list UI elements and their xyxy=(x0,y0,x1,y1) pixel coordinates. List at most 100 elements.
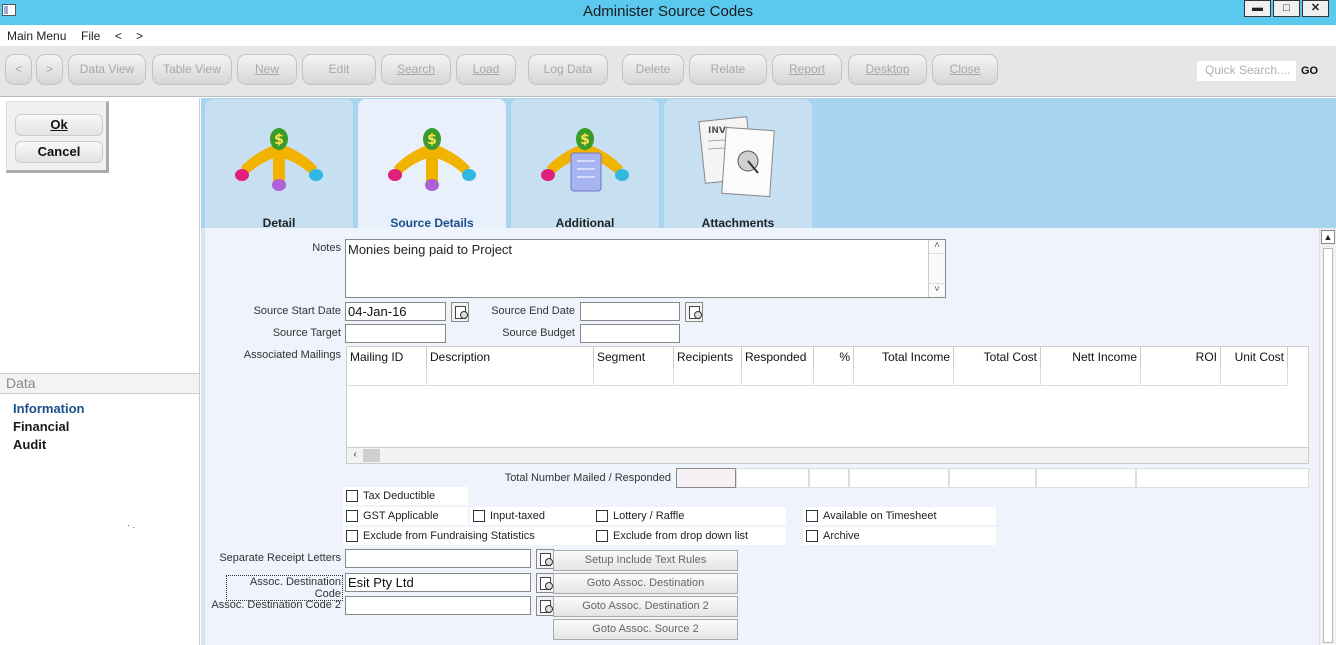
search-button[interactable]: Search xyxy=(381,54,451,85)
quick-search-input[interactable]: Quick Search.... xyxy=(1196,60,1297,82)
table-cell[interactable] xyxy=(854,368,954,386)
source-budget-field[interactable] xyxy=(580,324,680,343)
source-target-field[interactable] xyxy=(345,324,446,343)
toolbar-back-button[interactable]: < xyxy=(5,54,32,85)
delete-button[interactable]: Delete xyxy=(622,54,684,85)
col-recipients[interactable]: Recipients xyxy=(674,347,742,368)
setup-include-text-rules-button[interactable]: Setup Include Text Rules xyxy=(553,550,738,571)
page-vertical-scrollbar[interactable]: ▲ xyxy=(1319,228,1336,645)
tab-detail[interactable]: $ Detail xyxy=(205,99,353,230)
col-responded[interactable]: Responded xyxy=(742,347,814,368)
exclude-fundraising-checkbox[interactable]: Exclude from Fundraising Statistics xyxy=(343,527,593,545)
scroll-up-icon[interactable]: ▲ xyxy=(1321,230,1335,244)
exclude-fundraising-label: Exclude from Fundraising Statistics xyxy=(363,530,535,542)
mailings-table[interactable]: Mailing ID Description Segment Recipient… xyxy=(346,346,1309,464)
input-taxed-checkbox[interactable]: Input-taxed xyxy=(470,507,595,525)
close-button[interactable]: Close xyxy=(932,54,998,85)
scroll-down-icon[interactable]: ˅ xyxy=(929,283,945,297)
scroll-thumb[interactable] xyxy=(1323,248,1333,643)
end-date-field[interactable] xyxy=(580,302,680,321)
table-view-button[interactable]: Table View xyxy=(152,54,232,85)
dialog-buttons: Ok Cancel xyxy=(6,101,109,173)
col-total-cost[interactable]: Total Cost xyxy=(954,347,1041,368)
assoc-destination-field[interactable]: Esit Pty Ltd xyxy=(345,573,531,592)
data-view-button[interactable]: Data View xyxy=(68,54,146,85)
exclude-dropdown-checkbox[interactable]: Exclude from drop down list xyxy=(593,527,786,545)
table-cell[interactable] xyxy=(1041,368,1141,386)
window-title: Administer Source Codes xyxy=(582,3,754,20)
goto-assoc-destination2-button[interactable]: Goto Assoc. Destination 2 xyxy=(553,596,738,617)
report-button-label: Report xyxy=(788,62,826,76)
tax-deductible-checkbox[interactable]: Tax Deductible xyxy=(343,487,468,505)
calendar-icon[interactable] xyxy=(685,302,703,322)
nav-item-information[interactable]: Information xyxy=(13,401,85,416)
lookup-icon[interactable] xyxy=(536,549,554,569)
archive-checkbox[interactable]: Archive xyxy=(803,527,996,545)
tab-source-details[interactable]: $ Source Details xyxy=(358,99,506,230)
nav-item-audit[interactable]: Audit xyxy=(13,437,46,452)
menu-main-menu[interactable]: Main Menu xyxy=(7,29,66,43)
separate-receipt-field[interactable] xyxy=(345,549,531,568)
notes-text: Monies being paid to Project xyxy=(348,242,513,257)
tab-additional[interactable]: $ Additional xyxy=(511,99,659,230)
minimize-button[interactable]: ▬ xyxy=(1244,0,1271,17)
notes-scrollbar[interactable]: ˄ ˅ xyxy=(928,240,945,297)
ok-button[interactable]: Ok xyxy=(15,114,103,136)
tab-attachments[interactable]: INV Attachments xyxy=(664,99,812,230)
assoc-destination2-field[interactable] xyxy=(345,596,531,615)
table-cell[interactable] xyxy=(954,368,1041,386)
table-cell[interactable] xyxy=(594,368,674,386)
table-cell[interactable] xyxy=(347,368,427,386)
table-cell[interactable] xyxy=(742,368,814,386)
col-roi[interactable]: ROI xyxy=(1141,347,1221,368)
total-percent-field xyxy=(809,468,849,488)
search-button-label: Search xyxy=(396,62,436,76)
toolbar-forward-button[interactable]: > xyxy=(36,54,63,85)
notes-textarea[interactable]: Monies being paid to Project ˄ ˅ xyxy=(345,239,946,298)
load-button[interactable]: Load xyxy=(456,54,516,85)
scroll-thumb[interactable] xyxy=(363,449,380,462)
edit-button[interactable]: Edit xyxy=(302,54,376,85)
total-cost-field xyxy=(949,468,1036,488)
available-timesheet-checkbox[interactable]: Available on Timesheet xyxy=(803,507,996,525)
log-data-button[interactable]: Log Data xyxy=(528,54,608,85)
close-window-button[interactable]: ✕ xyxy=(1302,0,1329,17)
calendar-icon[interactable] xyxy=(451,302,469,322)
col-total-income[interactable]: Total Income xyxy=(854,347,954,368)
col-segment[interactable]: Segment xyxy=(594,347,674,368)
new-button[interactable]: New xyxy=(237,54,297,85)
scroll-left-icon[interactable]: ‹ xyxy=(348,449,362,462)
gst-applicable-checkbox[interactable]: GST Applicable xyxy=(343,507,468,525)
table-cell[interactable] xyxy=(427,368,594,386)
nav-item-financial[interactable]: Financial xyxy=(13,419,69,434)
go-button[interactable]: GO xyxy=(1301,65,1318,77)
table-cell[interactable] xyxy=(1221,368,1288,386)
menu-back[interactable]: < xyxy=(115,29,122,43)
total-mailed-field[interactable] xyxy=(676,468,736,488)
lookup-icon[interactable] xyxy=(536,596,554,616)
col-unit-cost[interactable]: Unit Cost xyxy=(1221,347,1288,368)
stray-marks: · . xyxy=(127,520,135,530)
table-horizontal-scrollbar[interactable]: ‹ xyxy=(347,447,1308,463)
col-percent[interactable]: % xyxy=(814,347,854,368)
lottery-raffle-checkbox[interactable]: Lottery / Raffle xyxy=(593,507,786,525)
relate-button[interactable]: Relate xyxy=(689,54,767,85)
scroll-up-icon[interactable]: ˄ xyxy=(929,240,945,254)
menu-file[interactable]: File xyxy=(81,29,100,43)
lookup-icon[interactable] xyxy=(536,573,554,593)
close-button-label: Close xyxy=(949,62,981,76)
desktop-button[interactable]: Desktop xyxy=(848,54,927,85)
goto-assoc-source2-button[interactable]: Goto Assoc. Source 2 xyxy=(553,619,738,640)
table-cell[interactable] xyxy=(674,368,742,386)
start-date-field[interactable]: 04-Jan-16 xyxy=(345,302,446,321)
report-button[interactable]: Report xyxy=(772,54,842,85)
menu-forward[interactable]: > xyxy=(136,29,143,43)
table-cell[interactable] xyxy=(1141,368,1221,386)
cancel-button[interactable]: Cancel xyxy=(15,141,103,163)
col-mailing-id[interactable]: Mailing ID xyxy=(347,347,427,368)
goto-assoc-destination-button[interactable]: Goto Assoc. Destination xyxy=(553,573,738,594)
maximize-button[interactable]: □ xyxy=(1273,0,1300,17)
col-nett-income[interactable]: Nett Income xyxy=(1041,347,1141,368)
table-cell[interactable] xyxy=(814,368,854,386)
col-description[interactable]: Description xyxy=(427,347,594,368)
